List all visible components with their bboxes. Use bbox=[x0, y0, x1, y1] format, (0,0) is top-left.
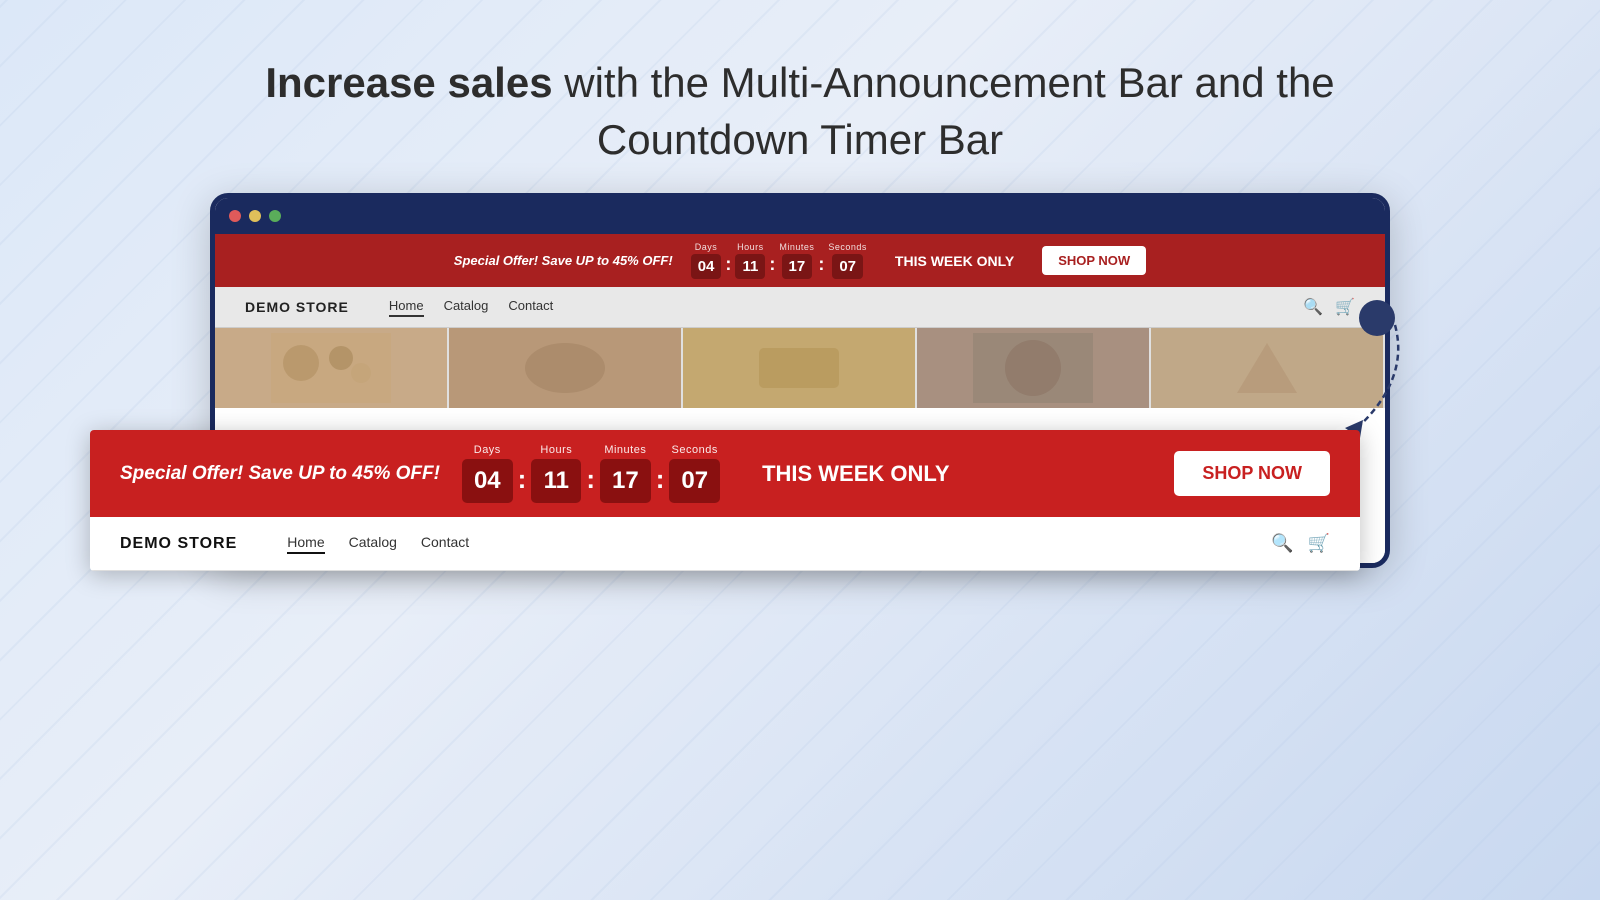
sep3-small: : bbox=[818, 254, 824, 275]
countdown-group-small: Days 04 : Hours 11 : Minutes 17 : Second… bbox=[691, 242, 867, 279]
announcement-text-small: Special Offer! Save UP to 45% OFF! bbox=[454, 253, 673, 268]
floating-countdown-hours: Hours 11 bbox=[531, 444, 581, 503]
browser-dot-green bbox=[269, 210, 281, 222]
product-img-1 bbox=[215, 328, 449, 408]
floating-sep3: : bbox=[656, 464, 665, 495]
countdown-hours-small: Hours 11 bbox=[735, 242, 765, 279]
floating-shop-now-button[interactable]: SHOP NOW bbox=[1174, 451, 1330, 496]
floating-week-text: THIS WEEK ONLY bbox=[762, 461, 949, 487]
product-img-3 bbox=[683, 328, 917, 408]
nav-link-contact-small[interactable]: Contact bbox=[508, 298, 553, 317]
floating-logo: DEMO STORE bbox=[120, 535, 237, 553]
countdown-days-small: Days 04 bbox=[691, 242, 722, 279]
countdown-minutes-small: Minutes 17 bbox=[779, 242, 814, 279]
floating-nav-link-catalog[interactable]: Catalog bbox=[349, 534, 397, 554]
sep1-small: : bbox=[725, 254, 731, 275]
browser-topbar bbox=[215, 198, 1385, 234]
floating-nav-icons: 🔍 🛒 bbox=[1271, 533, 1330, 554]
floating-search-icon[interactable]: 🔍 bbox=[1271, 533, 1293, 554]
countdown-seconds-small: Seconds 07 bbox=[828, 242, 867, 279]
floating-cart-icon[interactable]: 🛒 bbox=[1308, 533, 1330, 554]
arrow-svg bbox=[1325, 320, 1415, 440]
floating-countdown-minutes: Minutes 17 bbox=[600, 444, 651, 503]
browser-dot-yellow bbox=[249, 210, 261, 222]
floating-countdown-group: Days 04 : Hours 11 : Minutes 17 : Second… bbox=[462, 444, 720, 503]
store-logo-small: DEMO STORE bbox=[245, 299, 349, 315]
hero-heading-bold: Increase sales bbox=[265, 59, 552, 106]
product-img-4 bbox=[917, 328, 1151, 408]
floating-nav-link-contact[interactable]: Contact bbox=[421, 534, 469, 554]
page-wrapper: Increase sales with the Multi-Announceme… bbox=[0, 0, 1600, 900]
product-strip bbox=[215, 328, 1385, 408]
week-text-small: THIS WEEK ONLY bbox=[895, 253, 1014, 269]
hero-section: Increase sales with the Multi-Announceme… bbox=[0, 0, 1600, 193]
shop-now-button-small[interactable]: SHOP NOW bbox=[1042, 246, 1146, 275]
floating-bar: Special Offer! Save UP to 45% OFF! Days … bbox=[90, 430, 1360, 517]
browser-dot-red bbox=[229, 210, 241, 222]
floating-sep1: : bbox=[518, 464, 527, 495]
store-nav-links-small: Home Catalog Contact bbox=[389, 298, 1303, 317]
floating-nav: DEMO STORE Home Catalog Contact 🔍 🛒 bbox=[90, 517, 1360, 571]
floating-countdown-seconds: Seconds 07 bbox=[669, 444, 720, 503]
floating-countdown-days: Days 04 bbox=[462, 444, 513, 503]
floating-sep2: : bbox=[586, 464, 595, 495]
hero-heading-rest: with the Multi-Announcement Bar and theC… bbox=[553, 59, 1335, 163]
floating-announcement: Special Offer! Save UP to 45% OFF! Days … bbox=[90, 430, 1360, 571]
hero-heading: Increase sales with the Multi-Announceme… bbox=[0, 55, 1600, 168]
floating-nav-links: Home Catalog Contact bbox=[287, 534, 1271, 554]
floating-nav-link-home[interactable]: Home bbox=[287, 534, 324, 554]
nav-link-home-small[interactable]: Home bbox=[389, 298, 424, 317]
floating-announcement-text: Special Offer! Save UP to 45% OFF! bbox=[120, 463, 440, 485]
product-img-2 bbox=[449, 328, 683, 408]
sep2-small: : bbox=[769, 254, 775, 275]
nav-link-catalog-small[interactable]: Catalog bbox=[444, 298, 489, 317]
announcement-bar-small: Special Offer! Save UP to 45% OFF! Days … bbox=[215, 234, 1385, 287]
arrow-decoration bbox=[1305, 300, 1405, 440]
store-nav-small: DEMO STORE Home Catalog Contact 🔍 🛒 bbox=[215, 287, 1385, 328]
